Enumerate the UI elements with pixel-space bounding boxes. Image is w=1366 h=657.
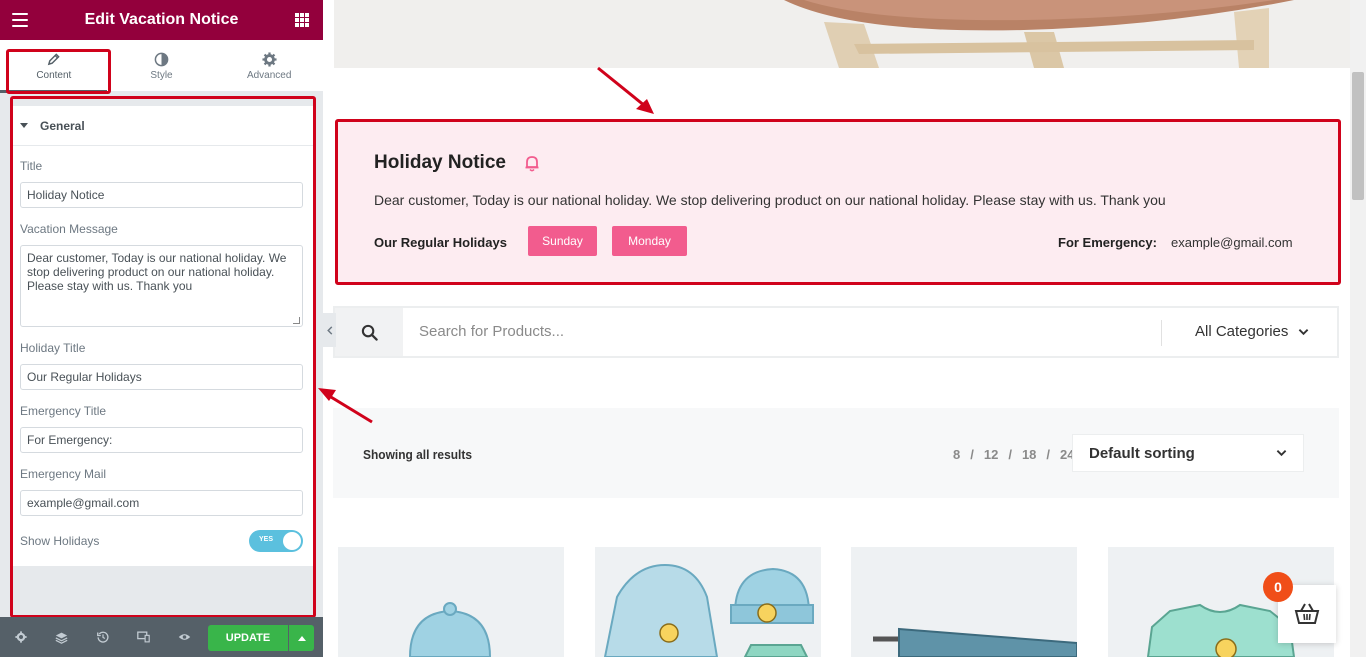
app-root: Edit Vacation Notice Content Style Advan… bbox=[0, 0, 1366, 657]
vacation-message-label: Vacation Message bbox=[20, 222, 118, 236]
resize-grip-icon[interactable] bbox=[293, 317, 300, 324]
holiday-title-label: Holiday Title bbox=[20, 341, 86, 355]
gear-icon bbox=[262, 50, 277, 68]
toggle-knob bbox=[283, 532, 301, 550]
pencil-icon bbox=[47, 50, 60, 68]
preview-eye-icon[interactable] bbox=[164, 617, 205, 657]
panel-title: Edit Vacation Notice bbox=[84, 11, 239, 28]
chevron-down-icon bbox=[1299, 328, 1309, 335]
category-select[interactable]: All Categories bbox=[1195, 323, 1309, 340]
product-image-pennant bbox=[873, 627, 1077, 657]
hamburger-menu-icon[interactable] bbox=[12, 13, 28, 27]
holiday-day-sunday: Sunday bbox=[528, 226, 597, 256]
scrollbar-thumb[interactable] bbox=[1352, 72, 1364, 200]
per-page-separator: / bbox=[1046, 447, 1051, 462]
collapse-panel-button[interactable] bbox=[323, 313, 336, 347]
tab-style[interactable]: Style bbox=[108, 40, 216, 91]
emergency-mail-label: Emergency Mail bbox=[20, 467, 107, 481]
panel-footer: UPDATE bbox=[0, 617, 323, 657]
chevron-down-icon bbox=[1276, 450, 1287, 457]
section-general-header[interactable]: General bbox=[12, 106, 314, 146]
result-count: Showing all results bbox=[363, 447, 472, 462]
page-preview: Search for Products... All Categories Sh… bbox=[323, 0, 1366, 657]
vacation-notice-widget: Holiday Notice Dear customer, Today is o… bbox=[335, 119, 1341, 285]
notice-title: Holiday Notice bbox=[374, 152, 506, 173]
category-select-value: All Categories bbox=[1195, 323, 1289, 340]
notice-holidays-title: Our Regular Holidays bbox=[374, 235, 507, 250]
tab-advanced[interactable]: Advanced bbox=[215, 40, 323, 91]
cart-count-badge: 0 bbox=[1263, 572, 1293, 602]
update-button[interactable]: UPDATE bbox=[208, 625, 288, 651]
holiday-title-input[interactable]: Our Regular Holidays bbox=[20, 364, 303, 390]
product-card-hoodie-set[interactable] bbox=[595, 547, 821, 657]
per-page-8[interactable]: 8 bbox=[953, 447, 960, 462]
tab-advanced-label: Advanced bbox=[246, 70, 292, 81]
emergency-mail[interactable]: example@gmail.com bbox=[1171, 235, 1293, 250]
half-circle-icon bbox=[154, 50, 169, 68]
product-search-bar: Search for Products... All Categories bbox=[333, 306, 1339, 358]
tab-style-label: Style bbox=[150, 70, 173, 81]
product-card-beanie[interactable] bbox=[338, 547, 564, 657]
per-page-selector: 8 / 12 / 18 / 24 bbox=[953, 447, 1075, 462]
emergency-title-input[interactable]: For Emergency: bbox=[20, 427, 303, 453]
history-icon[interactable] bbox=[82, 617, 123, 657]
search-button[interactable] bbox=[335, 308, 403, 356]
toggle-yes-label: YES bbox=[259, 536, 274, 543]
emergency-title-label: Emergency Title bbox=[20, 404, 107, 418]
layers-icon[interactable] bbox=[41, 617, 82, 657]
section-general-title: General bbox=[40, 118, 85, 133]
per-page-separator: / bbox=[970, 447, 974, 462]
show-holidays-label: Show Holidays bbox=[20, 534, 100, 548]
per-page-separator: / bbox=[1008, 447, 1012, 462]
chevron-left-icon bbox=[326, 325, 332, 335]
title-input[interactable]: Holiday Notice bbox=[20, 182, 303, 208]
basket-icon bbox=[1294, 603, 1320, 624]
bell-icon bbox=[525, 156, 539, 172]
per-page-18[interactable]: 18 bbox=[1022, 447, 1036, 462]
responsive-devices-icon[interactable] bbox=[123, 617, 164, 657]
active-tab-indicator bbox=[0, 90, 107, 93]
notice-message: Dear customer, Today is our national hol… bbox=[374, 192, 1166, 208]
product-image-hoodie-set bbox=[603, 563, 814, 657]
emergency-title: For Emergency: bbox=[1058, 235, 1157, 250]
vacation-message-textarea[interactable]: Dear customer, Today is our national hol… bbox=[20, 245, 303, 327]
settings-gear-icon[interactable] bbox=[0, 617, 41, 657]
product-card-pennant[interactable] bbox=[851, 547, 1077, 657]
update-options-caret-icon[interactable] bbox=[289, 625, 314, 651]
editor-panel: Edit Vacation Notice Content Style Advan… bbox=[0, 0, 323, 657]
title-label: Title bbox=[20, 159, 43, 173]
emergency-mail-input[interactable]: example@gmail.com bbox=[20, 490, 303, 516]
apps-grid-icon[interactable] bbox=[295, 13, 309, 27]
search-icon bbox=[361, 324, 378, 341]
panel-tabs: Content Style Advanced bbox=[0, 40, 323, 92]
search-input[interactable]: Search for Products... bbox=[419, 323, 564, 340]
product-image-beanie bbox=[408, 602, 492, 657]
page-scrollbar[interactable] bbox=[1350, 0, 1366, 657]
vacation-message-text: Dear customer, Today is our national hol… bbox=[27, 251, 287, 293]
tab-content-label: Content bbox=[36, 70, 72, 81]
tab-content[interactable]: Content bbox=[0, 40, 108, 91]
caret-down-icon bbox=[20, 123, 28, 128]
shop-toolbar: Showing all results 8 / 12 / 18 / 24 Def… bbox=[333, 408, 1339, 498]
general-controls: Title Holiday Notice Vacation Message De… bbox=[12, 146, 314, 566]
sorting-select[interactable]: Default sorting bbox=[1072, 434, 1304, 472]
search-divider bbox=[1161, 320, 1162, 346]
per-page-12[interactable]: 12 bbox=[984, 447, 998, 462]
holiday-day-monday: Monday bbox=[612, 226, 687, 256]
sorting-select-value: Default sorting bbox=[1089, 444, 1195, 462]
show-holidays-toggle[interactable]: YES bbox=[249, 530, 303, 552]
panel-header: Edit Vacation Notice bbox=[0, 0, 323, 40]
hero-chair-image bbox=[334, 0, 1351, 68]
